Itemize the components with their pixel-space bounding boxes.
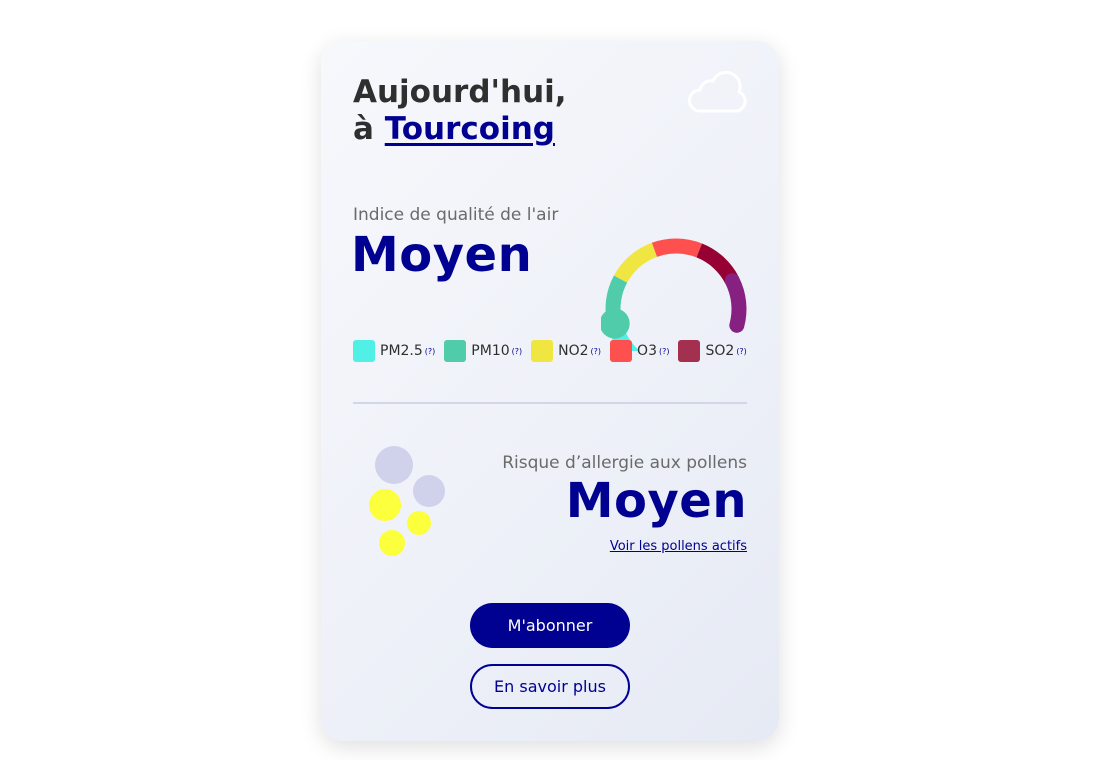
gauge-segment [724,273,747,333]
air-quality-gauge [601,238,747,351]
pollen-risk-label: Risque d’allergie aux pollens [502,453,747,473]
air-quality-card: Aujourd'hui, à Tourcoing Indice de quali… [321,41,779,741]
legend-label: SO2 [705,343,735,359]
so2-swatch [678,340,701,362]
card-title: Aujourd'hui, à Tourcoing [353,74,567,148]
city-link[interactable]: Tourcoing [385,111,555,147]
pollen-circle-lavender-large [375,446,413,484]
no2-swatch [531,340,554,362]
help-link[interactable]: (?) [425,347,436,356]
title-line1: Aujourd'hui, [353,74,567,110]
legend-label: O3 [637,343,657,359]
pollen-circle-yellow-large [369,489,401,521]
legend-label: PM2.5 [380,343,423,359]
help-link[interactable]: (?) [591,347,602,356]
legend-label: NO2 [558,343,589,359]
pollen-illustration [369,446,445,556]
legend-item-pm25[interactable]: PM2.5 (?) [353,340,435,362]
title-prefix: à [353,111,374,147]
gauge-segment [651,238,703,258]
o3-swatch [610,340,633,362]
section-divider [353,402,747,404]
help-link[interactable]: (?) [736,347,747,356]
help-link[interactable]: (?) [512,347,523,356]
legend-item-so2[interactable]: SO2 (?) [678,340,747,362]
active-pollens-link[interactable]: Voir les pollens actifs [610,539,747,554]
gauge-segment [613,242,658,283]
help-link[interactable]: (?) [659,347,670,356]
pm25-swatch [353,340,375,362]
pollen-circle-yellow-medium [407,511,431,535]
subscribe-button[interactable]: M'abonner [470,603,630,648]
learn-more-button[interactable]: En savoir plus [470,664,630,709]
cloud-icon [688,71,747,113]
gauge-marker [601,308,630,339]
legend-item-no2[interactable]: NO2 (?) [531,340,601,362]
legend-item-o3[interactable]: O3 (?) [610,340,669,362]
pollen-circle-lavender-small [413,475,445,507]
pm10-swatch [444,340,467,362]
air-quality-label: Indice de qualité de l'air [353,205,559,225]
pollen-risk-value: Moyen [565,473,747,529]
pollen-circle-yellow-small [379,530,405,556]
pollutant-legend: PM2.5 (?) PM10 (?) NO2 (?) O3 (?) SO2 (?… [353,340,756,362]
air-quality-value: Moyen [351,227,533,283]
legend-label: PM10 [471,343,510,359]
legend-item-pm10[interactable]: PM10 (?) [444,340,522,362]
